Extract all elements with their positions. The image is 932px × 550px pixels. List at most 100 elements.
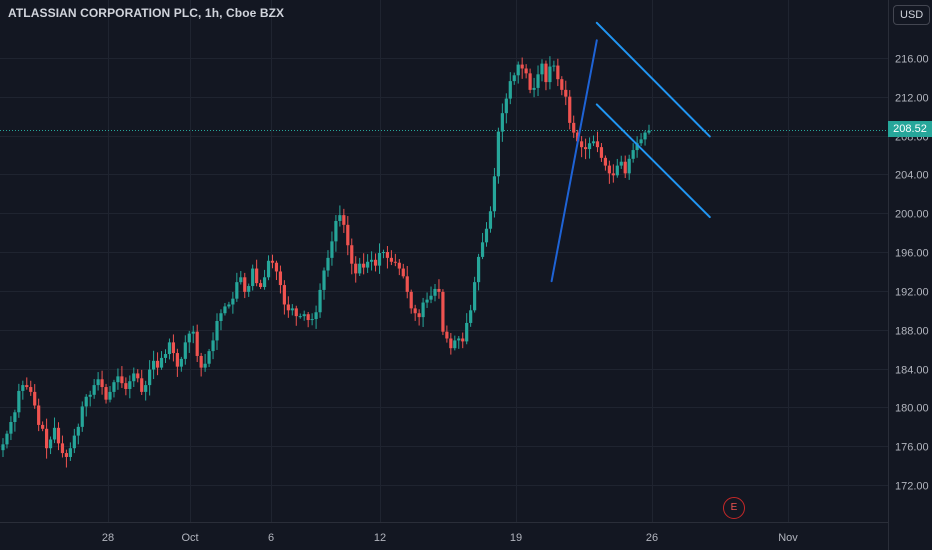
time-tick-label: 19 — [510, 532, 522, 544]
candle-body — [152, 360, 156, 370]
candle-body — [583, 147, 588, 150]
candle-body — [334, 220, 338, 242]
candle-body — [68, 448, 72, 457]
price-tick-label: 172.00 — [895, 481, 929, 493]
candle-body — [247, 286, 251, 292]
candle-body — [516, 64, 520, 76]
candle-body — [631, 150, 635, 159]
price-tick-label: 180.00 — [895, 403, 929, 415]
candle-body — [409, 291, 413, 309]
candle-body — [560, 79, 564, 90]
candle-body — [128, 381, 132, 389]
price-tick-label: 176.00 — [895, 442, 929, 454]
candle-body — [148, 369, 152, 386]
candle-body — [207, 351, 211, 364]
candle-body — [330, 241, 334, 258]
candle-body — [235, 282, 239, 299]
candle-body — [528, 73, 532, 90]
candle-body — [437, 288, 441, 292]
candle-body — [647, 130, 651, 133]
candle-body — [167, 342, 172, 355]
candle-body — [278, 271, 283, 286]
candle-body — [342, 215, 346, 225]
price-tick-label: 216.00 — [895, 54, 929, 66]
candle-body — [163, 354, 168, 358]
candle-body — [179, 358, 183, 367]
candle-body — [381, 252, 386, 254]
price-chart[interactable]: 172.00 176.00 180.00 184.00 188.00 192.00 196.… — [0, 0, 932, 550]
candle-body — [369, 259, 374, 262]
time-tick-label: 26 — [646, 532, 658, 544]
candle-body — [401, 268, 405, 277]
candle-body — [484, 228, 489, 243]
candle-body — [37, 405, 41, 425]
candle-body — [255, 268, 259, 284]
candle-body — [504, 98, 508, 114]
candle-body — [429, 295, 433, 300]
candle-body — [496, 131, 500, 177]
currency-selector[interactable]: USD — [893, 5, 931, 25]
candle-body — [9, 422, 13, 434]
candle-body — [599, 147, 604, 158]
price-tick-label: 184.00 — [895, 365, 929, 377]
candle-body — [282, 285, 286, 305]
candle-body — [120, 376, 124, 384]
candle-body — [508, 81, 512, 99]
price-tick-label: 192.00 — [895, 287, 929, 299]
candle-body — [413, 308, 417, 314]
earnings-marker[interactable]: E — [723, 497, 745, 519]
candle-body — [556, 65, 560, 80]
candle-body — [290, 308, 294, 311]
candle-body — [100, 379, 104, 388]
candle-body — [187, 333, 191, 343]
candle-body — [29, 387, 33, 392]
candle-body — [310, 319, 314, 321]
candle-body — [326, 257, 330, 271]
candle-body — [393, 261, 397, 263]
candle-body — [104, 387, 108, 400]
candle-body — [362, 263, 366, 268]
candle-body — [552, 65, 556, 67]
price-tick-label: 200.00 — [895, 209, 929, 221]
price-tick-label: 196.00 — [895, 248, 929, 260]
candle-body — [500, 113, 504, 132]
candle-body — [251, 268, 255, 287]
candle-body — [587, 143, 592, 150]
candle-body — [465, 322, 469, 342]
candle-body — [274, 262, 279, 272]
candle-body — [183, 342, 187, 359]
candle-body — [322, 270, 326, 290]
candle-body — [358, 263, 362, 274]
candle-body — [270, 260, 275, 263]
candle-body — [243, 277, 247, 292]
candle-body — [72, 435, 76, 449]
candle-body — [469, 310, 473, 323]
candle-body — [457, 338, 461, 341]
currency-label: USD — [900, 9, 924, 21]
candle-body — [116, 376, 120, 383]
candle-body — [492, 176, 497, 212]
candle-body — [580, 141, 584, 148]
last-price-label: 208.52 — [888, 121, 932, 137]
candle-body — [627, 158, 631, 174]
time-tick-label: 6 — [268, 532, 274, 544]
candle-body — [540, 63, 544, 75]
candle-body — [302, 314, 306, 317]
candle-body — [56, 427, 61, 444]
candle-body — [124, 383, 128, 389]
candle-body — [195, 331, 199, 356]
candle-body — [266, 260, 271, 278]
candle-body — [623, 161, 627, 174]
candle-body — [350, 245, 354, 264]
candle-body — [421, 302, 425, 318]
time-tick-label: Oct — [181, 532, 198, 544]
candle-body — [346, 224, 350, 246]
candle-body — [108, 391, 112, 400]
candle-body — [449, 338, 453, 349]
candle-body — [48, 439, 53, 449]
candle-body — [211, 340, 215, 352]
candle-body — [60, 443, 65, 454]
candle-body — [96, 379, 100, 386]
candle-body — [21, 385, 25, 391]
candle-body — [564, 89, 568, 97]
